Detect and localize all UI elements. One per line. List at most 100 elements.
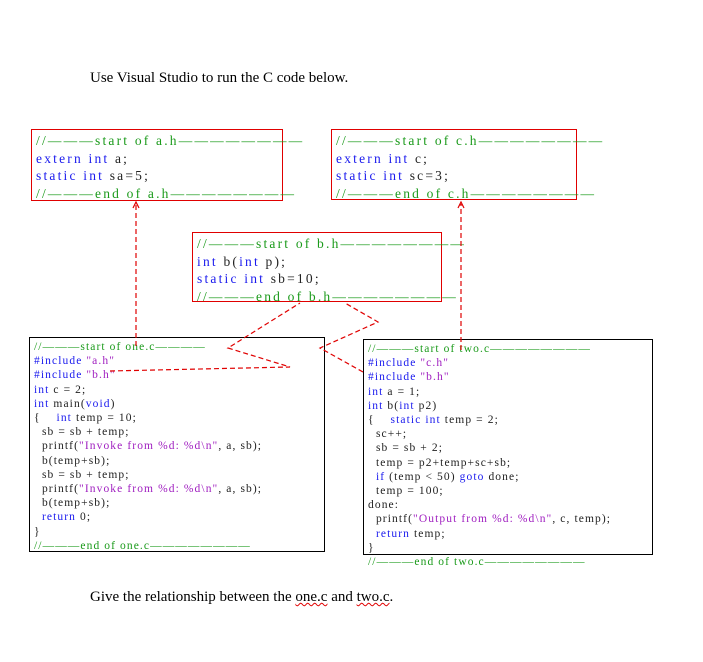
code-token: sa=5;: [109, 168, 151, 183]
keyword-token: return: [34, 511, 80, 524]
code-line: //———end of c.h————————: [336, 185, 594, 203]
code-token: c = 2;: [53, 383, 87, 396]
a-h-code-box: //———start of a.h———————— extern int a; st…: [31, 129, 302, 203]
keyword-token: int: [34, 397, 54, 410]
code-token: a;: [114, 150, 130, 166]
code-line: }: [368, 541, 648, 555]
file-name-one-c: one.c: [295, 589, 328, 605]
code-line: b(temp+sb);: [34, 454, 320, 468]
comment-token: //———end of a.h————————: [36, 185, 297, 201]
code-token: done:: [368, 499, 400, 512]
code-token: sc=3;: [409, 168, 451, 183]
code-token: b(: [387, 399, 400, 412]
code-token: temp = 10;: [75, 412, 137, 425]
code-line: int c = 2;: [34, 383, 320, 397]
code-line: static int sc=3;: [336, 167, 572, 185]
keyword-token: static int: [390, 414, 445, 427]
code-token: }: [368, 541, 375, 554]
comment-token: //———start of c.h————————: [336, 133, 605, 148]
code-line: int b(int p);: [197, 253, 437, 271]
code-token: c;: [414, 150, 430, 166]
keyword-token: int: [197, 253, 224, 269]
code-line: //———end of two.c————————: [368, 555, 648, 569]
string-token: "c.h": [420, 357, 449, 370]
code-line: #include "b.h": [34, 368, 320, 382]
code-line: //———start of two.c————————: [368, 342, 648, 356]
keyword-token: if: [368, 470, 390, 483]
code-line: //———end of a.h————————: [36, 185, 294, 203]
code-token: b(temp+sb);: [34, 497, 111, 510]
code-line: #include "b.h": [368, 370, 648, 384]
code-line: if (temp < 50) goto done;: [368, 470, 648, 484]
keyword-token: extern int: [336, 150, 415, 166]
code-line: //———start of one.c————: [34, 340, 320, 354]
keyword-token: #include: [34, 369, 87, 382]
code-token: main(: [53, 397, 86, 410]
code-line: { static int temp = 2;: [368, 413, 648, 427]
code-token: printf(: [34, 483, 80, 496]
keyword-token: static int: [197, 271, 271, 286]
comment-token: //———start of one.c————: [34, 341, 206, 353]
keyword-token: int: [56, 412, 76, 425]
keyword-token: goto: [459, 470, 489, 483]
string-token: "Invoke from %d: %d\n": [79, 483, 219, 496]
keyword-token: #include: [368, 357, 421, 370]
code-token: temp;: [413, 527, 446, 540]
code-line: int main(void): [34, 397, 320, 411]
code-token: ): [110, 397, 116, 410]
keyword-token: int: [239, 253, 266, 269]
code-token: p2): [418, 399, 438, 412]
code-token: printf(: [368, 513, 414, 526]
code-line: }: [34, 525, 320, 539]
code-token: sb = sb + temp;: [34, 468, 130, 481]
keyword-token: int: [368, 385, 388, 398]
code-line: temp = 100;: [368, 484, 648, 498]
code-token: 0;: [79, 511, 92, 524]
code-line: extern int c;: [336, 150, 572, 168]
arrowhead-c-h: [457, 200, 465, 209]
question-text: Give the relationship between the one.c …: [90, 589, 393, 606]
keyword-token: return: [368, 527, 414, 540]
comment-token: //———end of one.c————————: [34, 539, 251, 552]
string-token: "b.h": [86, 369, 116, 382]
code-line: sb = sb + temp;: [34, 425, 320, 439]
comment-token: //———end of two.c————————: [368, 556, 586, 569]
question-part: .: [389, 589, 394, 605]
code-token: temp = 2;: [444, 414, 499, 427]
code-token: {: [34, 412, 57, 425]
keyword-token: static int: [36, 168, 110, 183]
code-token: p);: [265, 253, 288, 269]
intro-text: Use Visual Studio to run the C code belo…: [90, 70, 349, 86]
string-token: "Output from %d: %d\n": [413, 513, 553, 526]
code-line: //———start of b.h————————: [197, 235, 464, 253]
code-token: temp = p2+temp+sc+sb;: [368, 456, 512, 469]
code-token: }: [34, 525, 41, 538]
code-token: a = 1;: [387, 385, 421, 398]
code-token: {: [368, 414, 391, 427]
b-h-code-box: //———start of b.h———————— int b(int p); st…: [192, 232, 464, 304]
code-token: sb = sb + temp;: [34, 426, 130, 439]
code-token: done;: [488, 470, 520, 483]
comment-token: //———start of a.h————————: [36, 133, 305, 148]
code-line: #include "c.h": [368, 356, 648, 370]
string-token: "a.h": [86, 355, 115, 368]
one-c-code-box: //———start of one.c———— #include "a.h" #in…: [29, 337, 325, 552]
code-token: temp = 100;: [368, 485, 444, 498]
code-line: #include "a.h": [34, 354, 320, 368]
keyword-token: int: [399, 399, 419, 412]
code-line: return 0;: [34, 510, 320, 524]
code-token: sc++;: [368, 428, 408, 441]
code-line: b(temp+sb);: [34, 496, 320, 510]
code-token: (temp < 50): [389, 470, 460, 483]
c-h-code-box: //———start of c.h———————— extern int c; st…: [331, 129, 602, 203]
code-line: int b(int p2): [368, 399, 648, 413]
code-line: //———start of c.h————————: [336, 132, 602, 150]
comment-token: //———end of b.h————————: [197, 288, 458, 304]
code-line: sc++;: [368, 427, 648, 441]
code-line: static int sb=10;: [197, 270, 437, 288]
code-token: b(: [223, 253, 240, 269]
file-name-two-c: two.c: [356, 589, 390, 605]
code-line: //———end of one.c————————: [34, 539, 320, 553]
code-line: printf("Invoke from %d: %d\n", a, sb);: [34, 482, 320, 496]
arrowhead-a-h: [132, 200, 140, 209]
